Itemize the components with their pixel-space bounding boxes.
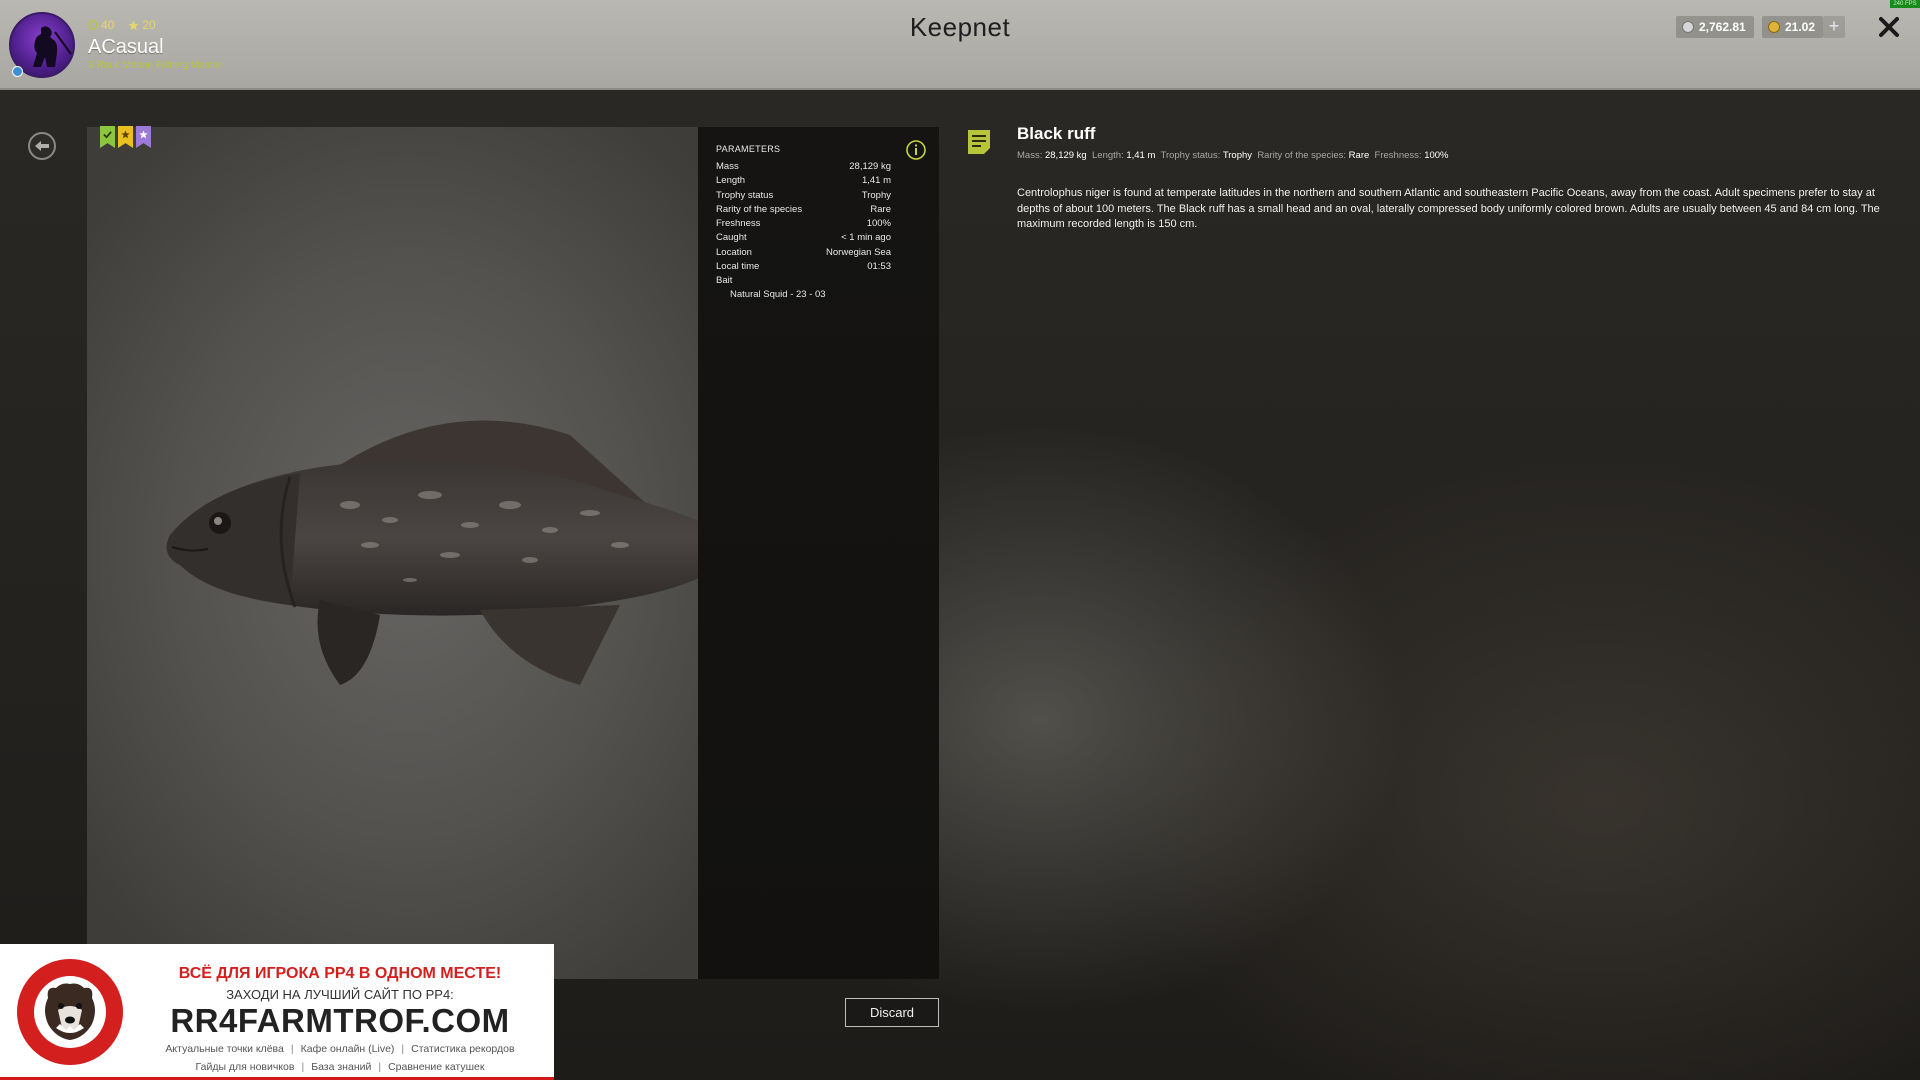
ad-link[interactable]: Сравнение катушек (388, 1061, 484, 1073)
fish-name: Black ruff (1017, 124, 1096, 143)
param-label: Rarity of the species (716, 203, 803, 215)
ad-link[interactable]: База знаний (311, 1061, 371, 1073)
summary-label: Trophy status: (1160, 150, 1221, 161)
close-icon[interactable] (1876, 14, 1902, 40)
gold-amount: 21.02 (1785, 20, 1816, 34)
summary-label: Length: (1092, 150, 1124, 161)
param-row-length: Length 1,41 m (716, 174, 891, 188)
summary-label: Mass: (1017, 150, 1043, 161)
param-value: < 1 min ago (841, 232, 891, 244)
param-label: Length (716, 175, 746, 187)
player-rank: 3 Rank Marine Fishing Master (88, 60, 222, 71)
add-currency-button[interactable]: + (1823, 16, 1845, 38)
ad-link[interactable]: Актуальные точки клёва (165, 1043, 283, 1055)
fish-summary: Mass: 28,129 kg Length: 1,41 m Trophy st… (1017, 150, 1449, 161)
param-row-caught: Caught < 1 min ago (716, 231, 891, 245)
param-label: Mass (716, 161, 739, 172)
param-value: 28,129 kg (849, 161, 891, 172)
ad-link[interactable]: Гайды для новичков (196, 1061, 295, 1073)
check-flag-icon (100, 126, 115, 148)
summary-value: 28,129 kg (1044, 150, 1087, 161)
ad-headline: ВСЁ ДЛЯ ИГРОКА РР4 В ОДНОМ МЕСТЕ! (178, 965, 502, 982)
param-value: Trophy (861, 189, 891, 201)
page-title: Keepnet (909, 12, 1011, 42)
ad-links-row-2: Гайды для новичков | База знаний | Сравнение… (195, 1061, 485, 1073)
summary-value: 1,41 m (1126, 150, 1156, 161)
param-value: Norwegian Sea (826, 246, 891, 258)
param-label: Caught (716, 232, 747, 244)
ad-banner[interactable]: ВСЁ ДЛЯ ИГРОКА РР4 В ОДНОМ МЕСТЕ! ЗАХОДИ… (0, 944, 554, 1080)
param-label: Local time (716, 261, 760, 273)
param-label: Trophy status (716, 189, 774, 201)
fps-counter: 240 FPS (1890, 0, 1920, 8)
param-row-rarity: Rarity of the species Rare (716, 203, 891, 217)
gold-balance[interactable]: 21.02 (1762, 16, 1824, 38)
back-icon[interactable] (27, 131, 57, 161)
silver-amount: 2,762.81 (1699, 20, 1746, 34)
ad-links-row-1: Актуальные точки клёва | Кафе онлайн (Live… (165, 1043, 515, 1055)
param-row-freshness: Freshness 100% (716, 217, 891, 231)
param-row-trophy: Trophy status Trophy (716, 189, 891, 203)
param-value: 100% (866, 218, 891, 230)
parameters-list: Mass 28,129 kg Length 1,41 m Trophy status… (716, 160, 891, 301)
summary-label: Rarity of the species: (1257, 150, 1347, 161)
summary-label: Freshness: (1374, 150, 1422, 161)
parameters-panel: PARAMETERS Mass 28,129 kg Length 1,41 m Tr… (698, 127, 939, 979)
bear-logo-icon (17, 959, 123, 1065)
param-label: Bait (716, 275, 733, 287)
param-row-location: Location Norwegian Sea (716, 246, 891, 260)
ad-site-link[interactable]: RR4FARMTROF.COM (140, 1002, 540, 1040)
ad-link[interactable]: Кафе онлайн (Live) (301, 1043, 395, 1055)
parameters-title: PARAMETERS (716, 144, 781, 154)
fish-photo (87, 127, 850, 979)
notes-icon (968, 130, 990, 154)
param-row-bait: Bait (716, 274, 891, 288)
fish-description: Centrolophus niger is found at temperate… (1017, 187, 1880, 230)
param-value: 1,41 m (861, 175, 891, 187)
star-flag-icon (118, 126, 133, 148)
summary-value: Trophy (1222, 150, 1253, 161)
param-label: Location (716, 246, 752, 258)
gold-coin-icon (1768, 21, 1780, 33)
online-status-badge (12, 66, 23, 77)
info-icon[interactable] (905, 139, 927, 161)
param-row-mass: Mass 28,129 kg (716, 160, 891, 174)
param-value: 01:53 (867, 261, 891, 273)
param-label: Freshness (716, 218, 761, 230)
rare-flag-icon (136, 126, 151, 148)
param-row-local-time: Local time 01:53 (716, 260, 891, 274)
silver-balance[interactable]: 2,762.81 (1676, 16, 1754, 38)
summary-value: 100% (1424, 150, 1449, 161)
bait-value: Natural Squid - 23 - 03 (730, 288, 826, 300)
summary-value: Rare (1348, 150, 1370, 161)
top-bar: 40 20 ACasual 3 Rank Marine Fishing Mast… (0, 0, 1920, 90)
discard-button[interactable]: Discard (845, 998, 939, 1027)
silver-coin-icon (1682, 21, 1694, 33)
param-value: Rare (870, 203, 891, 215)
ad-subheadline: ЗАХОДИ НА ЛУЧШИЙ САЙТ ПО РР4: (226, 987, 454, 1002)
ad-link[interactable]: Статистика рекордов (411, 1043, 514, 1055)
catch-badges (100, 126, 151, 148)
